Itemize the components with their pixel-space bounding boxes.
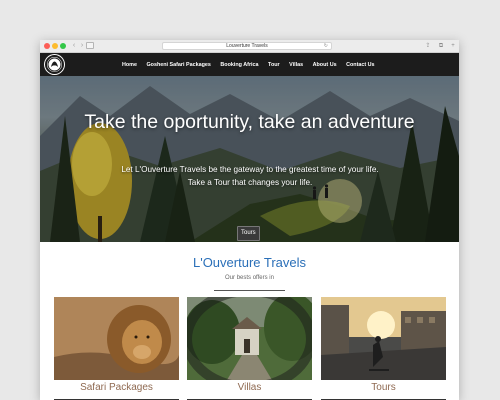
card-tours[interactable]: Tours [321, 297, 446, 400]
tours-button[interactable]: Tours [237, 226, 260, 241]
logo-icon [47, 57, 62, 72]
reload-icon[interactable]: ↻ [324, 43, 328, 49]
nav-contact-us[interactable]: Contact Us [346, 62, 374, 68]
hero-title: Take the oportunity, take an adventure [84, 111, 415, 133]
villa-garden-image [187, 297, 312, 380]
card-label[interactable]: Safari Packages [54, 381, 179, 395]
hero-banner: Take the oportunity, take an adventure L… [40, 76, 459, 242]
address-bar[interactable]: Louverture Travels ↻ [162, 42, 332, 50]
tours-skater-image [321, 297, 446, 380]
nav-booking-africa[interactable]: Booking Africa [220, 62, 258, 68]
hero-background-image [40, 76, 459, 242]
nav-tour[interactable]: Tour [268, 62, 280, 68]
share-icon[interactable]: ⇪ [424, 42, 432, 50]
browser-window: ‹ › Louverture Travels ↻ ⇪ ⧉ + Home Gosh… [40, 40, 459, 400]
forward-icon[interactable]: › [78, 42, 86, 50]
maximize-window-button[interactable] [60, 43, 66, 49]
site-navbar: Home Gosheni Safari Packages Booking Afr… [40, 53, 459, 76]
nav-home[interactable]: Home [122, 62, 137, 68]
card-safari-packages[interactable]: Safari Packages [54, 297, 179, 400]
close-window-button[interactable] [44, 43, 50, 49]
tabs-icon[interactable]: ⧉ [437, 42, 445, 50]
section-title: L'Ouverture Travels [192, 255, 307, 270]
minimize-window-button[interactable] [52, 43, 58, 49]
section-divider [214, 290, 285, 291]
safari-lion-image [54, 297, 179, 380]
new-tab-icon[interactable]: + [449, 42, 457, 50]
card-label[interactable]: Tours [321, 381, 446, 395]
logo[interactable] [45, 55, 64, 74]
nav-villas[interactable]: Villas [289, 62, 303, 68]
card-label[interactable]: Villas [187, 381, 312, 395]
nav-safari-packages[interactable]: Gosheni Safari Packages [146, 62, 210, 68]
hero-subtitle: Let L'Ouverture Travels be the gateway t… [121, 165, 379, 187]
card-villas[interactable]: Villas [187, 297, 312, 400]
section-subtitle: Our bests offers in [225, 275, 274, 281]
sidebar-icon[interactable] [86, 42, 94, 49]
main-menu: Home Gosheni Safari Packages Booking Afr… [122, 53, 384, 76]
browser-toolbar: ‹ › Louverture Travels ↻ ⇪ ⧉ + [40, 40, 459, 53]
back-icon[interactable]: ‹ [70, 42, 78, 50]
nav-about-us[interactable]: About Us [313, 62, 337, 68]
address-bar-title: Louverture Travels [226, 43, 268, 49]
